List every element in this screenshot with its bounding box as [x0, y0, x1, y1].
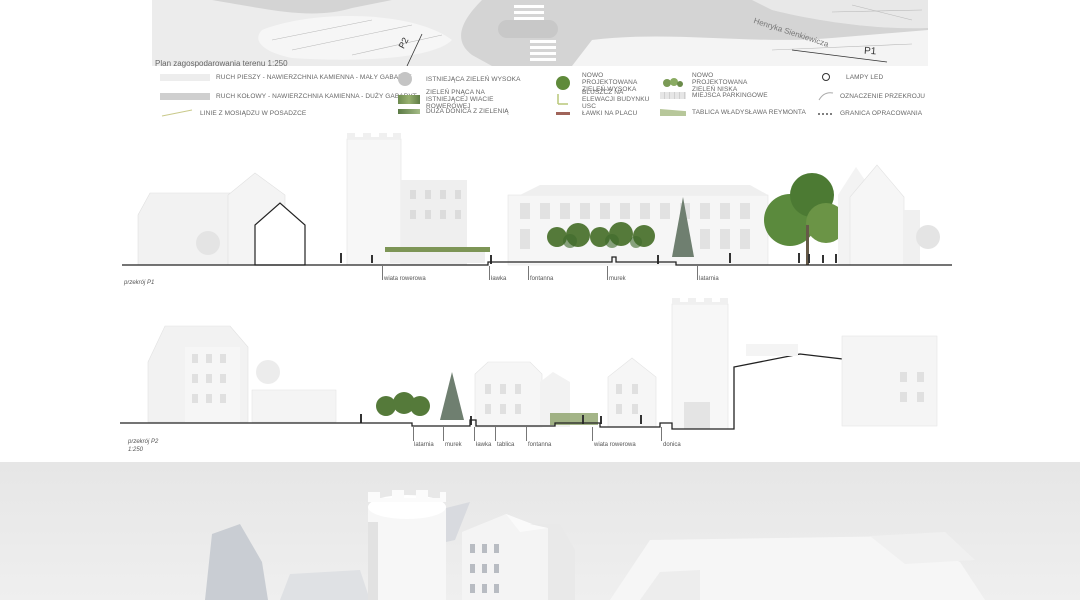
legend-label: MIEJSCA PARKINGOWE	[692, 92, 768, 99]
legend-label: TABLICA WŁADYSŁAWA REYMONTA	[692, 109, 806, 116]
tick	[526, 427, 527, 441]
tick	[474, 427, 475, 441]
section-label: latarnia	[414, 442, 434, 448]
legend-label: RUCH PIESZY - NAWIERZCHNIA KAMIENNA - MA…	[216, 74, 412, 81]
section-scale: 1:250	[128, 447, 144, 453]
section-label: fontanna	[528, 442, 552, 448]
tick	[528, 266, 529, 280]
legend-item: ŁAWKI NA PLACU	[556, 110, 637, 117]
plaque-icon	[660, 109, 686, 116]
section-marker-icon	[818, 92, 834, 101]
ivy-icon	[557, 93, 568, 105]
legend-item: RUCH KOŁOWY - NAWIERZCHNIA KAMIENNA - DU…	[160, 93, 417, 100]
legend-item: OZNACZENIE PRZEKROJU	[818, 91, 925, 101]
legend-label: GRANICA OPRACOWANIA	[840, 110, 923, 117]
legend-label: LINIE Z MOSIĄDZU W POSADZCE	[200, 109, 307, 117]
legend-item: DUŻA DONICA Z ZIELENIĄ	[398, 108, 509, 115]
section-label: ławka	[476, 442, 492, 448]
legend-label: ISTNIEJĄCA ZIELEŃ WYSOKA	[426, 75, 521, 83]
tick	[413, 427, 414, 441]
legend-label: ZIELEŃ PNĄCA NA ISTNIEJĄCEJ WIACIE ROWER…	[426, 89, 494, 110]
climbing-plants-icon	[398, 95, 420, 104]
model-render	[205, 490, 985, 600]
tick	[697, 266, 698, 280]
tick	[382, 266, 383, 280]
section-p1-elevation	[122, 133, 952, 266]
bench-icon	[556, 112, 570, 115]
section-title: przekrój P1	[124, 280, 155, 286]
brass-line-icon	[161, 109, 193, 117]
section-title: przekrój P2	[128, 439, 159, 445]
model-view	[0, 462, 1080, 600]
legend-item: ISTNIEJĄCA ZIELEŃ WYSOKA	[398, 72, 521, 86]
tick	[661, 427, 662, 441]
section-p2-elevation	[120, 298, 938, 430]
legend-item: NOWO PROJEKTOWANA ZIELEŃ NISKA	[660, 72, 766, 93]
section-label: donica	[663, 442, 681, 448]
legend-label: NOWO PROJEKTOWANA ZIELEŃ NISKA	[692, 72, 748, 93]
legend-item: GRANICA OPRACOWANIA	[818, 110, 922, 117]
tick	[495, 427, 496, 441]
section-label: murek	[609, 276, 626, 282]
dark-pavement-swatch	[160, 93, 210, 100]
planter-icon	[398, 109, 420, 114]
section-p2: latarnia murek ławka tablica fontanna wi…	[0, 292, 1080, 462]
legend-label: DUŻA DONICA Z ZIELENIĄ	[426, 108, 509, 115]
legend-item: TABLICA WŁADYSŁAWA REYMONTA	[660, 109, 806, 116]
legend-item: LAMPY LED	[822, 73, 883, 81]
legend-item: MIEJSCA PARKINGOWE	[660, 92, 768, 99]
section-label: fontanna	[530, 276, 554, 282]
legend-label: OZNACZENIE PRZEKROJU	[840, 92, 926, 100]
section-p1: wiata rowerowa ławka fontanna murek lata…	[0, 125, 1080, 295]
legend-item: BLUSZCZ NA ELEWACJI BUDYNKU USC	[556, 89, 654, 110]
plan-title: Plan zagospodarowania terenu 1:250	[155, 59, 288, 68]
new-tree-icon	[556, 75, 570, 90]
tick	[607, 266, 608, 280]
section-label: wiata rowerowa	[384, 276, 426, 282]
section-label: ławka	[491, 276, 507, 282]
tick	[592, 427, 593, 441]
legend-label: BLUSZCZ NA ELEWACJI BUDYNKU USC	[582, 89, 650, 110]
site-plan-drawing	[152, 0, 928, 66]
legend-item: ZIELEŃ PNĄCA NA ISTNIEJĄCEJ WIACIE ROWER…	[398, 89, 518, 110]
site-plan: P2 P1 Henryka Sienkiewicza	[152, 0, 928, 66]
lamp-icon	[822, 73, 830, 81]
boundary-line-icon	[818, 112, 834, 115]
legend-label: RUCH KOŁOWY - NAWIERZCHNIA KAMIENNA - DU…	[216, 93, 417, 100]
marker-p1: P1	[863, 45, 877, 58]
section-label: tablica	[497, 442, 515, 448]
light-pavement-swatch	[160, 74, 210, 81]
section-label: latarnia	[699, 276, 719, 282]
parking-swatch	[660, 92, 686, 99]
section-label: murek	[445, 442, 462, 448]
tick	[489, 266, 490, 280]
legend-label: LAMPY LED	[846, 73, 884, 81]
legend-item: RUCH PIESZY - NAWIERZCHNIA KAMIENNA - MA…	[160, 74, 411, 81]
existing-tree-icon	[398, 72, 412, 86]
low-greenery-icon	[663, 77, 683, 87]
legend-item: LINIE Z MOSIĄDZU W POSADZCE	[160, 109, 306, 117]
section-label: wiata rowerowa	[594, 442, 636, 448]
legend-label: ŁAWKI NA PLACU	[582, 110, 638, 117]
tick	[443, 427, 444, 441]
